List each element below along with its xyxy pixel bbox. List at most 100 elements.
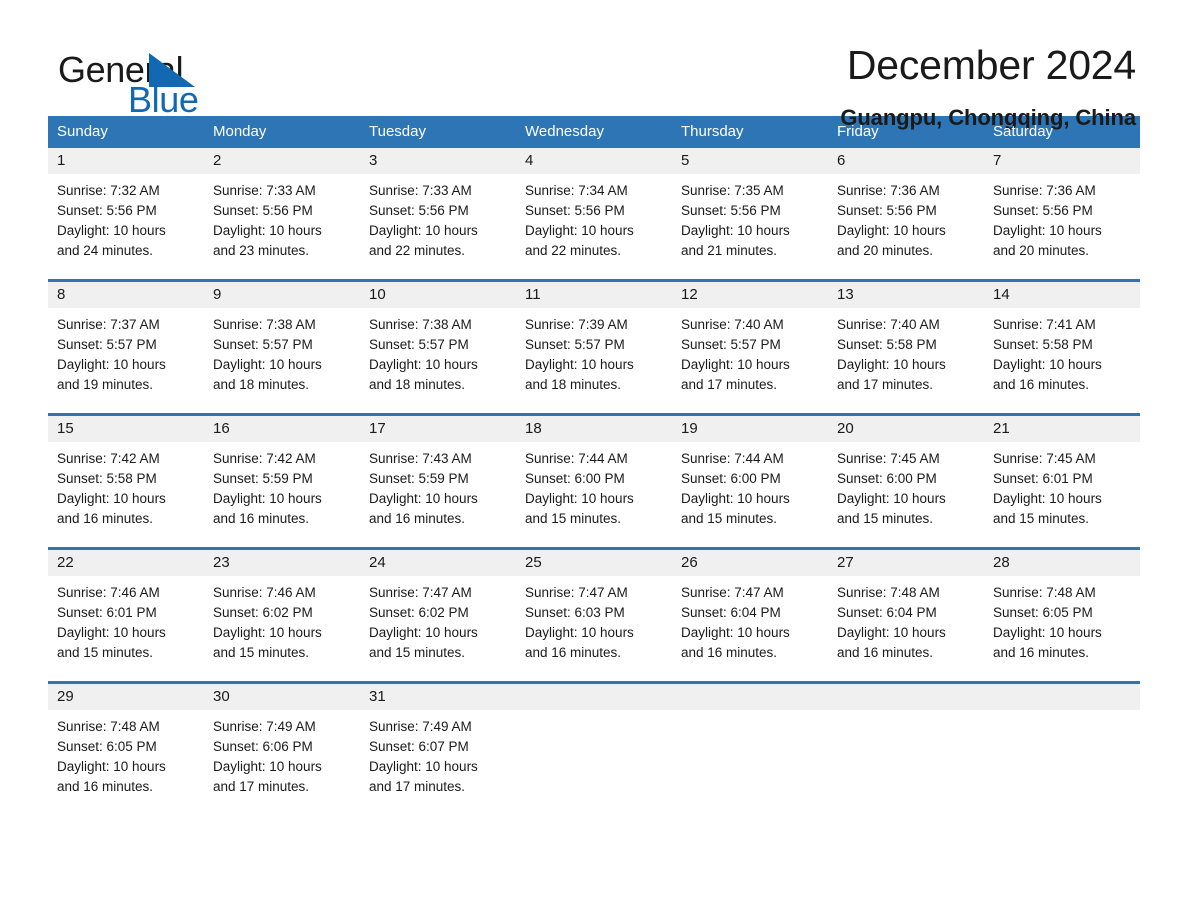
daylight-text-line1: Daylight: 10 hours <box>837 357 946 372</box>
calendar-week-row: 8 Sunrise: 7:37 AM Sunset: 5:57 PM Daylight… <box>48 279 1140 404</box>
day-number: 2 <box>204 148 360 174</box>
day-cell[interactable]: 3 Sunrise: 7:33 AM Sunset: 5:56 PM Daylight… <box>360 148 516 270</box>
day-cell[interactable]: 12 Sunrise: 7:40 AM Sunset: 5:57 PM Dayligh… <box>672 282 828 404</box>
sunrise-text: Sunrise: 7:33 AM <box>369 183 472 198</box>
day-details: Sunrise: 7:45 AM Sunset: 6:00 PM Daylight:… <box>828 442 984 529</box>
day-cell[interactable]: 16 Sunrise: 7:42 AM Sunset: 5:59 PM Dayligh… <box>204 416 360 538</box>
sunrise-text: Sunrise: 7:46 AM <box>213 585 316 600</box>
day-cell[interactable]: 15 Sunrise: 7:42 AM Sunset: 5:58 PM Dayligh… <box>48 416 204 538</box>
day-cell[interactable]: 31 Sunrise: 7:49 AM Sunset: 6:07 PM Dayligh… <box>360 684 516 806</box>
day-cell[interactable]: 14 Sunrise: 7:41 AM Sunset: 5:58 PM Dayligh… <box>984 282 1140 404</box>
day-cell[interactable]: 1 Sunrise: 7:32 AM Sunset: 5:56 PM Daylight… <box>48 148 204 270</box>
day-cell[interactable]: 23 Sunrise: 7:46 AM Sunset: 6:02 PM Dayligh… <box>204 550 360 672</box>
daylight-text-line2: and 17 minutes. <box>681 377 778 392</box>
day-cell[interactable]: 25 Sunrise: 7:47 AM Sunset: 6:03 PM Dayligh… <box>516 550 672 672</box>
calendar-weeks: 1 Sunrise: 7:32 AM Sunset: 5:56 PM Daylight… <box>48 148 1140 806</box>
day-number: 15 <box>48 416 204 442</box>
day-cell[interactable]: 21 Sunrise: 7:45 AM Sunset: 6:01 PM Dayligh… <box>984 416 1140 538</box>
daylight-text-line1: Daylight: 10 hours <box>57 491 166 506</box>
daylight-text-line1: Daylight: 10 hours <box>525 223 634 238</box>
sunrise-text: Sunrise: 7:35 AM <box>681 183 784 198</box>
day-cell[interactable]: 27 Sunrise: 7:48 AM Sunset: 6:04 PM Dayligh… <box>828 550 984 672</box>
day-cell[interactable]: 11 Sunrise: 7:39 AM Sunset: 5:57 PM Dayligh… <box>516 282 672 404</box>
day-number: 8 <box>48 282 204 308</box>
daylight-text-line2: and 19 minutes. <box>57 377 154 392</box>
daylight-text-line2: and 16 minutes. <box>213 511 310 526</box>
sunset-text: Sunset: 6:04 PM <box>837 605 937 620</box>
day-number: 1 <box>48 148 204 174</box>
daylight-text-line1: Daylight: 10 hours <box>837 625 946 640</box>
daylight-text-line2: and 18 minutes. <box>525 377 622 392</box>
daylight-text-line2: and 21 minutes. <box>681 243 778 258</box>
sunrise-text: Sunrise: 7:44 AM <box>525 451 628 466</box>
daylight-text-line1: Daylight: 10 hours <box>837 491 946 506</box>
daylight-text-line2: and 17 minutes. <box>213 779 310 794</box>
day-cell[interactable]: 22 Sunrise: 7:46 AM Sunset: 6:01 PM Dayligh… <box>48 550 204 672</box>
daylight-text-line2: and 16 minutes. <box>57 779 154 794</box>
day-details: Sunrise: 7:41 AM Sunset: 5:58 PM Daylight:… <box>984 308 1140 395</box>
sunrise-text: Sunrise: 7:43 AM <box>369 451 472 466</box>
daylight-text-line1: Daylight: 10 hours <box>369 759 478 774</box>
day-details: Sunrise: 7:47 AM Sunset: 6:04 PM Daylight:… <box>672 576 828 663</box>
daylight-text-line2: and 23 minutes. <box>213 243 310 258</box>
day-cell[interactable]: 10 Sunrise: 7:38 AM Sunset: 5:57 PM Dayligh… <box>360 282 516 404</box>
sunrise-text: Sunrise: 7:36 AM <box>837 183 940 198</box>
day-cell[interactable]: 5 Sunrise: 7:35 AM Sunset: 5:56 PM Daylight… <box>672 148 828 270</box>
day-number: 23 <box>204 550 360 576</box>
daylight-text-line1: Daylight: 10 hours <box>57 357 166 372</box>
day-cell[interactable]: 2 Sunrise: 7:33 AM Sunset: 5:56 PM Daylight… <box>204 148 360 270</box>
sunrise-text: Sunrise: 7:40 AM <box>837 317 940 332</box>
calendar-week-row: 22 Sunrise: 7:46 AM Sunset: 6:01 PM Dayligh… <box>48 547 1140 672</box>
daylight-text-line1: Daylight: 10 hours <box>369 491 478 506</box>
daylight-text-line2: and 17 minutes. <box>369 779 466 794</box>
day-details: Sunrise: 7:48 AM Sunset: 6:04 PM Daylight:… <box>828 576 984 663</box>
day-cell[interactable]: 28 Sunrise: 7:48 AM Sunset: 6:05 PM Dayligh… <box>984 550 1140 672</box>
daylight-text-line2: and 16 minutes. <box>993 377 1090 392</box>
day-cell-empty <box>672 684 828 806</box>
daylight-text-line1: Daylight: 10 hours <box>837 223 946 238</box>
daylight-text-line2: and 15 minutes. <box>213 645 310 660</box>
day-cell[interactable]: 19 Sunrise: 7:44 AM Sunset: 6:00 PM Dayligh… <box>672 416 828 538</box>
day-number: 7 <box>984 148 1140 174</box>
weekday-header-wednesday: Wednesday <box>525 123 604 140</box>
calendar-page: General Blue December 2024 Guangpu, Chon… <box>0 0 1188 918</box>
day-number: 30 <box>204 684 360 710</box>
day-details: Sunrise: 7:38 AM Sunset: 5:57 PM Daylight:… <box>204 308 360 395</box>
day-cell[interactable]: 13 Sunrise: 7:40 AM Sunset: 5:58 PM Dayligh… <box>828 282 984 404</box>
daylight-text-line2: and 16 minutes. <box>57 511 154 526</box>
day-details: Sunrise: 7:37 AM Sunset: 5:57 PM Daylight:… <box>48 308 204 395</box>
day-cell[interactable]: 20 Sunrise: 7:45 AM Sunset: 6:00 PM Dayligh… <box>828 416 984 538</box>
day-cell[interactable]: 29 Sunrise: 7:48 AM Sunset: 6:05 PM Dayligh… <box>48 684 204 806</box>
sunrise-text: Sunrise: 7:48 AM <box>57 719 160 734</box>
day-cell[interactable]: 18 Sunrise: 7:44 AM Sunset: 6:00 PM Dayligh… <box>516 416 672 538</box>
day-cell[interactable]: 9 Sunrise: 7:38 AM Sunset: 5:57 PM Daylight… <box>204 282 360 404</box>
sunrise-text: Sunrise: 7:49 AM <box>369 719 472 734</box>
sunset-text: Sunset: 6:01 PM <box>993 471 1093 486</box>
day-cell[interactable]: 7 Sunrise: 7:36 AM Sunset: 5:56 PM Daylight… <box>984 148 1140 270</box>
day-details: Sunrise: 7:44 AM Sunset: 6:00 PM Daylight:… <box>516 442 672 529</box>
sunset-text: Sunset: 5:56 PM <box>213 203 313 218</box>
day-details: Sunrise: 7:46 AM Sunset: 6:01 PM Daylight:… <box>48 576 204 663</box>
day-cell[interactable]: 30 Sunrise: 7:49 AM Sunset: 6:06 PM Dayligh… <box>204 684 360 806</box>
day-cell[interactable]: 17 Sunrise: 7:43 AM Sunset: 5:59 PM Dayligh… <box>360 416 516 538</box>
day-cell[interactable]: 6 Sunrise: 7:36 AM Sunset: 5:56 PM Daylight… <box>828 148 984 270</box>
daylight-text-line1: Daylight: 10 hours <box>525 491 634 506</box>
daylight-text-line2: and 17 minutes. <box>837 377 934 392</box>
sunset-text: Sunset: 5:59 PM <box>213 471 313 486</box>
daylight-text-line1: Daylight: 10 hours <box>213 625 322 640</box>
day-details: Sunrise: 7:49 AM Sunset: 6:07 PM Daylight:… <box>360 710 516 797</box>
daylight-text-line2: and 16 minutes. <box>993 645 1090 660</box>
day-cell[interactable]: 26 Sunrise: 7:47 AM Sunset: 6:04 PM Dayligh… <box>672 550 828 672</box>
day-cell[interactable]: 8 Sunrise: 7:37 AM Sunset: 5:57 PM Daylight… <box>48 282 204 404</box>
logo-text-blue: Blue <box>128 79 199 120</box>
day-details: Sunrise: 7:35 AM Sunset: 5:56 PM Daylight:… <box>672 174 828 261</box>
day-cell[interactable]: 24 Sunrise: 7:47 AM Sunset: 6:02 PM Dayligh… <box>360 550 516 672</box>
day-cell-empty <box>828 684 984 806</box>
day-number: 16 <box>204 416 360 442</box>
sunset-text: Sunset: 6:03 PM <box>525 605 625 620</box>
day-cell[interactable]: 4 Sunrise: 7:34 AM Sunset: 5:56 PM Daylight… <box>516 148 672 270</box>
day-details: Sunrise: 7:39 AM Sunset: 5:57 PM Daylight:… <box>516 308 672 395</box>
calendar-week-row: 15 Sunrise: 7:42 AM Sunset: 5:58 PM Dayligh… <box>48 413 1140 538</box>
daylight-text-line1: Daylight: 10 hours <box>213 223 322 238</box>
general-blue-logo[interactable]: General Blue <box>48 44 248 124</box>
